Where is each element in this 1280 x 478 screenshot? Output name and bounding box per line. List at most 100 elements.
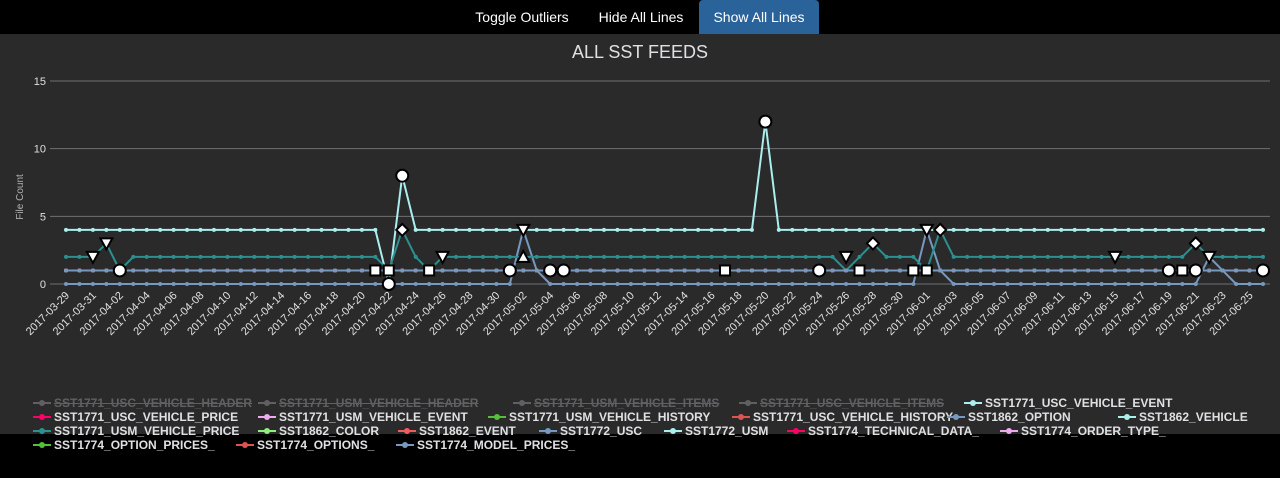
y-axis-label: File Count — [15, 174, 26, 220]
toggle-outliers-button[interactable]: Toggle Outliers — [461, 0, 583, 34]
outlier-marker-triangle-down[interactable] — [838, 250, 854, 266]
series-line — [66, 121, 1263, 285]
legend-symbol — [488, 414, 506, 420]
legend-symbol — [513, 400, 531, 406]
series-sst1771-usm-vehicle-price[interactable] — [64, 227, 1265, 273]
outlier-marker-circle[interactable] — [1256, 263, 1270, 278]
hide-all-lines-button[interactable]: Hide All Lines — [587, 0, 695, 34]
data-point — [1166, 254, 1171, 259]
data-point — [615, 282, 620, 286]
series-sst1774-model-prices[interactable] — [64, 268, 1265, 273]
data-point — [830, 227, 835, 232]
data-point — [978, 254, 983, 259]
outlier-marker-square[interactable] — [719, 264, 732, 277]
data-point — [696, 254, 701, 259]
outlier-marker-circle[interactable] — [381, 277, 396, 291]
data-point — [319, 254, 324, 259]
outlier-marker-square[interactable] — [907, 264, 920, 277]
outlier-marker-square[interactable] — [423, 264, 436, 277]
outlier-marker-square[interactable] — [382, 264, 395, 277]
data-point — [279, 227, 284, 232]
outlier-marker-square[interactable] — [1176, 264, 1189, 277]
data-point — [817, 282, 822, 286]
outlier-marker-circle[interactable] — [758, 114, 773, 129]
data-point — [749, 282, 754, 286]
data-point — [911, 227, 916, 232]
data-point — [1234, 227, 1239, 232]
series-line — [66, 227, 1263, 273]
outlier-marker-circle[interactable] — [1188, 263, 1203, 278]
data-point — [1220, 227, 1225, 232]
data-point — [90, 282, 95, 286]
legend-symbol — [1118, 414, 1136, 420]
grid — [50, 80, 1270, 285]
data-point — [588, 227, 593, 232]
data-point — [306, 227, 311, 232]
data-point — [1247, 254, 1252, 259]
data-point — [279, 268, 284, 273]
outlier-marker-circle[interactable] — [112, 263, 127, 278]
outlier-marker-diamond[interactable] — [394, 222, 410, 238]
legend-symbol — [664, 428, 682, 434]
legend-label: SST1771_USM_VEHICLE_ITEMS — [534, 396, 720, 410]
show-all-lines-button[interactable]: Show All Lines — [699, 0, 819, 34]
data-point — [978, 227, 983, 232]
data-point — [319, 282, 324, 286]
data-point — [911, 282, 916, 286]
legend-label: SST1862_OPTION — [968, 410, 1071, 424]
data-point — [225, 254, 230, 259]
legend-symbol — [539, 428, 557, 434]
data-point — [1099, 268, 1104, 273]
data-point — [588, 282, 593, 286]
data-point — [844, 227, 849, 232]
data-point — [359, 227, 364, 232]
legend-label: SST1774_TECHNICAL_DATA_ — [808, 424, 979, 438]
data-point — [77, 282, 82, 286]
series-sst1771-usc-vehicle-event[interactable] — [64, 119, 1265, 286]
data-point — [346, 227, 351, 232]
data-point — [803, 282, 808, 286]
data-point — [252, 282, 257, 286]
data-point — [575, 282, 580, 286]
data-point — [1180, 254, 1185, 259]
data-point — [1072, 282, 1077, 286]
data-point — [884, 268, 889, 273]
y-tick-label: 0 — [40, 279, 46, 291]
data-point — [454, 282, 459, 286]
y-tick-label: 10 — [34, 144, 46, 156]
data-point — [90, 268, 95, 273]
data-point — [682, 282, 687, 286]
outlier-marker-circle[interactable] — [812, 263, 827, 278]
data-point — [1126, 282, 1131, 286]
outlier-marker-square[interactable] — [369, 264, 382, 277]
data-point — [1261, 254, 1265, 259]
data-point — [1045, 227, 1050, 232]
data-point — [1247, 268, 1252, 273]
data-point — [158, 268, 163, 273]
data-point — [1113, 282, 1118, 286]
data-point — [628, 227, 633, 232]
outlier-marker-circle[interactable] — [556, 263, 571, 278]
data-point — [144, 282, 149, 286]
outlier-marker-square[interactable] — [853, 264, 866, 277]
data-point — [1153, 282, 1158, 286]
outlier-marker-square[interactable] — [920, 264, 933, 277]
outlier-marker-circle[interactable] — [543, 263, 558, 278]
outlier-marker-circle[interactable] — [395, 168, 410, 183]
data-point — [454, 227, 459, 232]
data-point — [346, 282, 351, 286]
data-point — [1180, 227, 1185, 232]
outlier-marker-circle[interactable] — [1161, 263, 1176, 278]
data-point — [615, 254, 620, 259]
chart-title: ALL SST FEEDS — [572, 42, 708, 62]
data-point — [64, 268, 68, 273]
data-point — [1032, 282, 1037, 286]
data-point — [454, 268, 459, 273]
legend-label: SST1771_USM_VEHICLE_EVENT — [279, 410, 468, 424]
data-point — [897, 268, 902, 273]
outlier-marker-diamond[interactable] — [932, 222, 948, 238]
data-point — [857, 282, 862, 286]
data-point — [265, 227, 270, 232]
outlier-marker-circle[interactable] — [502, 263, 517, 278]
data-point — [198, 227, 203, 232]
